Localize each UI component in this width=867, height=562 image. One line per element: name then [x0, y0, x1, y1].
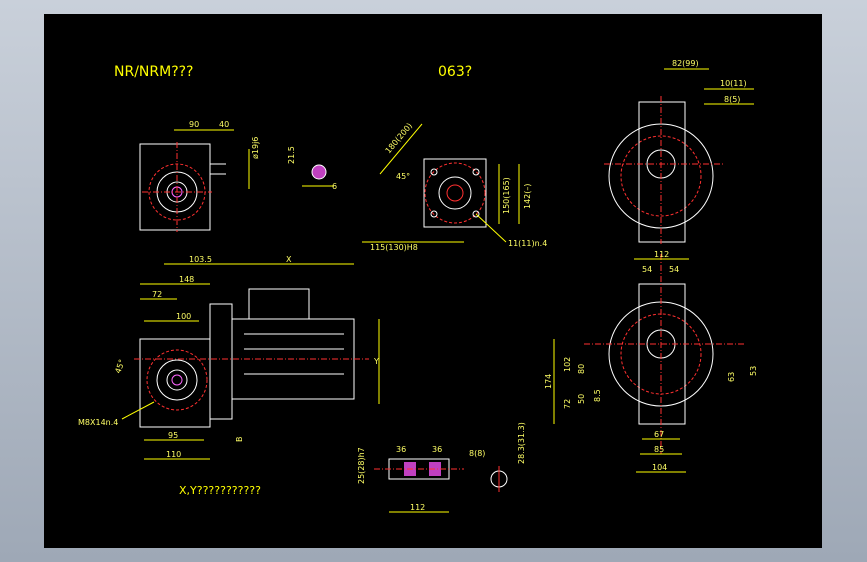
key-section — [311, 164, 327, 180]
dim-fr-80: 80 — [577, 364, 586, 374]
title-left: NR/NRM??? — [114, 64, 194, 80]
dim-side-10: 10(11) — [720, 79, 747, 88]
dim-fr-104: 104 — [652, 463, 667, 472]
dim-b: B — [235, 437, 244, 443]
dim-y: Y — [373, 357, 379, 366]
dim-fr-50: 50 — [577, 394, 586, 404]
dim-fr-54a: 54 — [642, 265, 652, 274]
dim-110: 110 — [166, 450, 181, 459]
dim-fr-72: 72 — [563, 399, 572, 409]
dim-fr-8-5: 8.5 — [593, 389, 602, 402]
dim-fr-112: 112 — [654, 250, 669, 259]
dim-148: 148 — [179, 275, 194, 284]
dim-fr-63: 63 — [727, 372, 736, 382]
dim-40: 40 — [219, 120, 229, 129]
dim-side-8: 8(5) — [724, 95, 740, 104]
dim-flange-holes: 11(11)n.4 — [508, 239, 547, 248]
cad-drawing-canvas: NR/NRM??? 063? X,Y??????????? 90 40 ø19j… — [44, 14, 822, 548]
bottom-note: X,Y??????????? — [179, 484, 261, 497]
dim-90: 90 — [189, 120, 199, 129]
dim-fr-54b: 54 — [669, 265, 679, 274]
dim-shaft-25: 25(28)h7 — [357, 447, 366, 484]
dim-shaft-key-8: 8(8) — [469, 449, 485, 458]
dim-72: 72 — [152, 290, 162, 299]
title-center: 063? — [438, 64, 472, 80]
dim-103-5: 103.5 — [189, 255, 212, 264]
dim-flange-150: 150(165) — [502, 177, 511, 214]
dim-flange-45: 45° — [396, 172, 410, 181]
dim-fr-53: 53 — [749, 366, 758, 376]
dim-side-82: 82(99) — [672, 59, 699, 68]
dim-key-6: 6 — [332, 182, 337, 191]
dim-shaft-112: 112 — [410, 503, 425, 512]
dim-key-21-5: 21.5 — [287, 146, 296, 164]
dim-flange-pilot: 115(130)H8 — [370, 243, 418, 252]
dim-m8: M8X14n.4 — [78, 418, 118, 427]
dim-x: X — [286, 255, 292, 264]
dim-flange-142: 142(–) — [523, 183, 532, 209]
dim-fr-85: 85 — [654, 445, 664, 454]
dim-fr-174: 174 — [544, 374, 553, 389]
dim-fr-102: 102 — [563, 357, 572, 372]
cad-drawing-sheet: NR/NRM??? 063? X,Y??????????? 90 40 ø19j… — [44, 14, 822, 548]
dim-95: 95 — [168, 431, 178, 440]
dim-shaft-36a: 36 — [396, 445, 406, 454]
dim-100: 100 — [176, 312, 191, 321]
dim-shaft-28-3: 28.3(31.3) — [517, 422, 526, 464]
dim-shaft-diameter: ø19j6 — [251, 137, 260, 159]
dim-shaft-36b: 36 — [432, 445, 442, 454]
dim-fr-67: 67 — [654, 430, 664, 439]
